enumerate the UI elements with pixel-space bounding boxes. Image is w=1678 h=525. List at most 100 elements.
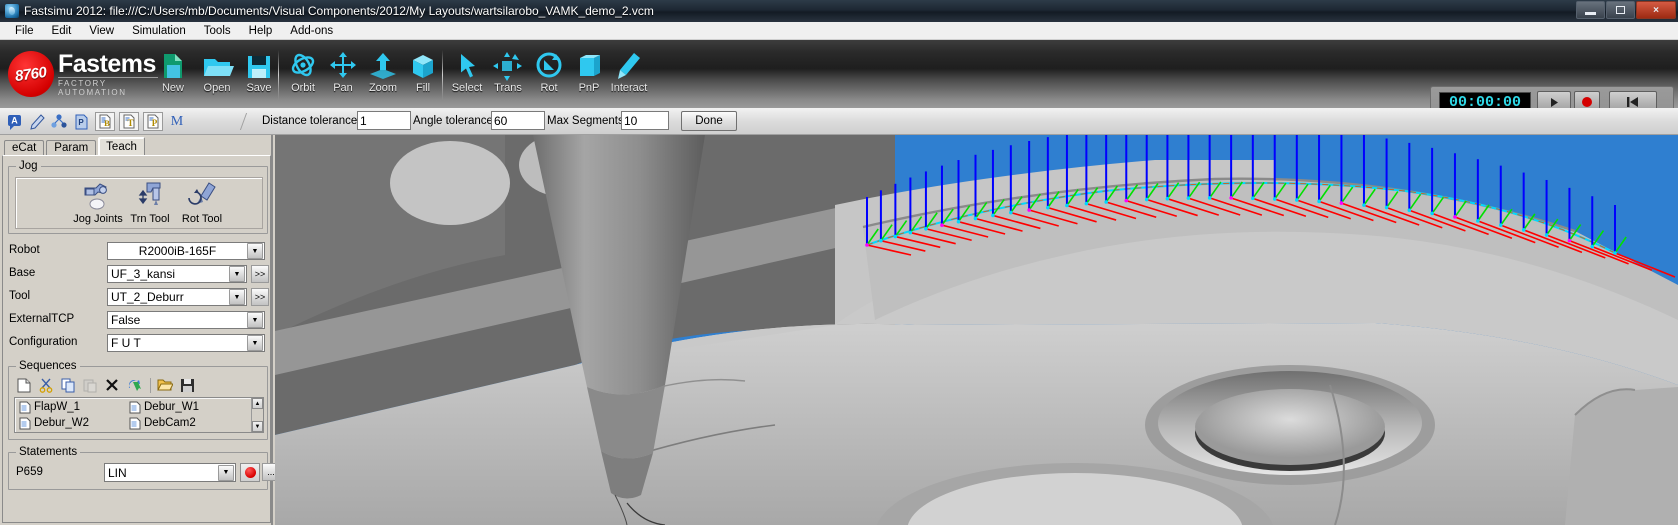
toolbar-button-pan[interactable]: Pan xyxy=(322,46,364,106)
tool-t-icon[interactable]: T xyxy=(119,112,139,131)
jog-joints-button[interactable]: Jog Joints xyxy=(70,180,126,225)
teach-point[interactable] xyxy=(1084,201,1089,206)
restore-button[interactable] xyxy=(1606,1,1635,19)
cut-icon[interactable] xyxy=(36,376,56,394)
save-sequence-icon[interactable] xyxy=(177,376,197,394)
chevron-down-icon[interactable]: ▼ xyxy=(247,243,263,259)
menu-item-file[interactable]: File xyxy=(6,24,43,38)
toolbar-button-pnp[interactable]: PnP xyxy=(568,46,610,106)
teach-point[interactable] xyxy=(1613,251,1617,255)
base-b-icon[interactable]: B xyxy=(95,112,115,131)
configuration-select[interactable]: F U T ▼ xyxy=(107,334,265,352)
chevron-down-icon[interactable]: ▼ xyxy=(218,464,234,481)
toolbar-button-interact[interactable]: Interact xyxy=(608,46,650,106)
tab-ecat[interactable]: eCat xyxy=(4,140,45,156)
measure-m-icon[interactable]: M xyxy=(167,112,187,131)
teach-point[interactable] xyxy=(865,243,869,247)
teach-point[interactable] xyxy=(1027,208,1031,212)
chevron-down-icon[interactable]: ▼ xyxy=(247,335,263,351)
toolbar-button-orbit[interactable]: Orbit xyxy=(282,46,324,106)
chevron-down-icon[interactable]: ▼ xyxy=(229,266,245,282)
menu-item-tools[interactable]: Tools xyxy=(195,24,240,38)
angle-tolerance-input[interactable] xyxy=(491,111,545,130)
tool-select[interactable]: UT_2_Deburr ▼ xyxy=(107,288,247,306)
teach-point[interactable] xyxy=(1384,205,1389,210)
toolbar-button-zoom[interactable]: Zoom xyxy=(362,46,404,106)
externaltcp-select[interactable]: False ▼ xyxy=(107,311,265,329)
reset-button[interactable] xyxy=(1609,91,1657,108)
list-item[interactable]: DebCam2 xyxy=(127,415,237,431)
teach-point[interactable] xyxy=(924,226,928,231)
tool-browse-button[interactable]: >> xyxy=(251,288,269,306)
teach-point[interactable] xyxy=(1339,201,1344,205)
teach-point[interactable] xyxy=(1124,198,1129,203)
teach-point[interactable] xyxy=(1104,200,1108,204)
teach-point[interactable] xyxy=(1498,223,1503,227)
teach-point[interactable] xyxy=(893,234,898,239)
toolbar-button-select[interactable]: Select xyxy=(446,46,488,106)
teach-point[interactable] xyxy=(879,238,883,243)
teach-point[interactable] xyxy=(1207,196,1212,200)
chevron-down-icon[interactable]: ▼ xyxy=(247,312,263,328)
close-button[interactable]: × xyxy=(1636,1,1676,19)
teach-point[interactable] xyxy=(1144,197,1149,202)
chevron-down-icon[interactable]: ▼ xyxy=(229,289,245,305)
toolbar-button-fill[interactable]: Fill xyxy=(402,46,444,106)
toolbar-button-trans[interactable]: Trans xyxy=(487,46,529,106)
scroll-up-icon[interactable]: ▲ xyxy=(252,398,263,409)
open-sequence-icon[interactable] xyxy=(155,376,175,394)
menu-item-view[interactable]: View xyxy=(80,24,123,38)
sequences-list[interactable]: FlapW_1 Debur_W2 Debur_W1 DebCam2 ▲ ▼ xyxy=(14,397,264,433)
toolbar-button-save[interactable]: Save xyxy=(238,46,280,106)
annotate-a-icon[interactable]: A xyxy=(5,112,25,131)
teach-point[interactable] xyxy=(1453,215,1457,219)
nodes-icon[interactable] xyxy=(49,112,69,131)
record-button[interactable] xyxy=(1574,91,1600,108)
teach-point[interactable] xyxy=(1317,199,1321,204)
menu-item-edit[interactable]: Edit xyxy=(43,24,81,38)
teach-point[interactable] xyxy=(1046,205,1050,210)
tab-param[interactable]: Param xyxy=(46,140,97,156)
list-item[interactable]: Debur_W1 xyxy=(127,399,237,415)
teach-point[interactable] xyxy=(1567,238,1572,243)
base-select[interactable]: UF_3_kansi ▼ xyxy=(107,265,247,283)
refresh-sync-icon[interactable] xyxy=(124,376,144,394)
toolbar-button-rot[interactable]: Rot xyxy=(528,46,570,106)
scroll-down-icon[interactable]: ▼ xyxy=(252,421,263,432)
teach-point[interactable] xyxy=(1229,196,1233,200)
teach-point[interactable] xyxy=(956,219,961,224)
minimize-button[interactable] xyxy=(1576,1,1605,19)
path-p-icon[interactable]: P xyxy=(143,112,163,131)
teach-point[interactable] xyxy=(1009,210,1013,215)
distance-tolerance-input[interactable] xyxy=(357,111,411,130)
tab-teach[interactable]: Teach xyxy=(98,137,145,156)
new-sequence-icon[interactable] xyxy=(14,376,34,394)
properties-p-icon[interactable]: P xyxy=(71,112,91,131)
base-browse-button[interactable]: >> xyxy=(251,265,269,283)
teach-point[interactable] xyxy=(1186,196,1191,200)
trn-tool-button[interactable]: Trn Tool xyxy=(122,180,178,225)
teach-point[interactable] xyxy=(1590,244,1595,249)
list-item[interactable]: Debur_W2 xyxy=(17,415,127,431)
motion-type-select[interactable]: LIN ▼ xyxy=(104,463,236,482)
copy-icon[interactable] xyxy=(58,376,78,394)
menu-item-simulation[interactable]: Simulation xyxy=(123,24,195,38)
robot-select[interactable]: R2000iB-165F ▼ xyxy=(107,242,265,260)
menu-item-help[interactable]: Help xyxy=(240,24,282,38)
delete-icon[interactable] xyxy=(102,376,122,394)
play-button[interactable] xyxy=(1537,91,1571,108)
teach-point[interactable] xyxy=(1165,196,1170,201)
teach-point[interactable] xyxy=(1521,228,1526,232)
3d-viewport[interactable] xyxy=(275,135,1678,525)
teach-point[interactable] xyxy=(1065,203,1069,208)
teach-point[interactable] xyxy=(1407,208,1412,213)
teach-point[interactable] xyxy=(1430,211,1434,216)
max-segments-input[interactable] xyxy=(621,111,669,130)
list-item[interactable]: FlapW_1 xyxy=(17,399,127,415)
teach-point[interactable] xyxy=(1295,198,1299,202)
sequences-scrollbar[interactable]: ▲ ▼ xyxy=(251,398,263,432)
toolbar-button-open[interactable]: Open xyxy=(196,46,238,106)
teach-point[interactable] xyxy=(940,223,944,227)
teach-point[interactable] xyxy=(1272,197,1277,201)
teach-point[interactable] xyxy=(991,213,995,218)
